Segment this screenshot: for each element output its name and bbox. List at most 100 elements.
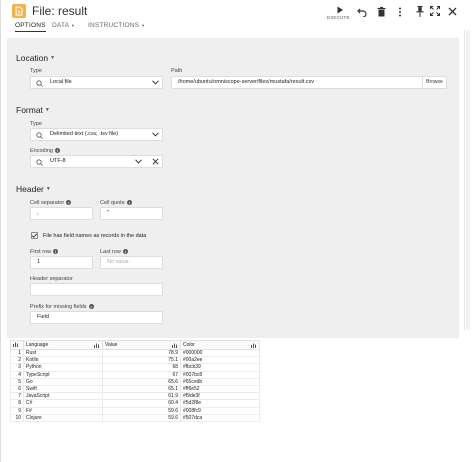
cell-language: Kotlin <box>23 356 103 365</box>
cell-value: 60.4 <box>102 399 181 408</box>
cell-language: Swift <box>23 384 103 394</box>
table-row[interactable]: 8 C# 60.4 #5d2f8e <box>10 399 260 408</box>
undo-icon <box>357 8 367 17</box>
info-icon: i <box>88 304 94 309</box>
tab-options[interactable]: OPTIONS <box>15 22 46 32</box>
scrollbar[interactable] <box>464 30 470 330</box>
prefix-input[interactable]: Field <box>30 311 163 324</box>
row-index: 9 <box>10 406 24 415</box>
info-icon: i <box>126 200 132 205</box>
prefix-label: Prefix for missing fields i <box>30 304 94 310</box>
cell-value: 65.6 <box>102 377 181 386</box>
expand-icon <box>430 6 440 16</box>
column-header-value[interactable]: Value <box>102 340 181 350</box>
bar-chart-icon <box>13 342 18 347</box>
chevron-down-icon: ▼ <box>50 55 56 61</box>
format-section-toggle[interactable]: Format ▼ <box>16 105 50 115</box>
cell-language: Go <box>23 377 103 386</box>
scrollbar-thumb[interactable] <box>466 30 470 330</box>
chevron-down-icon <box>135 159 142 164</box>
info-icon: i <box>122 249 128 254</box>
table-row[interactable]: 4 TypeScript 67 #007bc8 <box>10 370 260 379</box>
tab-data-label: DATA <box>52 22 69 29</box>
cell-value: 65.1 <box>102 384 181 394</box>
cell-quote-input[interactable]: " <box>100 207 163 220</box>
cell-language: Rust <box>23 348 103 358</box>
last-row-input[interactable]: No value <box>100 256 163 269</box>
undo-button[interactable] <box>355 5 369 19</box>
table-row[interactable]: 10 Clojure 59.6 #507dca <box>10 413 260 422</box>
format-type-select[interactable]: Delimited text (.csv, .tsv file) <box>30 128 163 141</box>
encoding-value: UTF-8 <box>50 158 66 164</box>
cell-value: 61.9 <box>102 392 181 401</box>
table-row[interactable]: 6 Swift 65.1 #ff6e52 <box>10 384 260 394</box>
column-header-language[interactable]: Language <box>23 340 103 350</box>
prefix-label-text: Prefix for missing fields <box>30 304 87 310</box>
encoding-label: Encoding i <box>30 148 60 154</box>
cell-value: 67 <box>102 370 181 379</box>
cell-value: 68 <box>102 363 181 372</box>
play-icon <box>337 6 343 14</box>
cell-language: C# <box>23 399 103 408</box>
field-names-checkbox[interactable] <box>31 232 38 239</box>
cell-separator-input[interactable]: , <box>30 207 93 220</box>
chevron-down-icon: ▼ <box>44 107 50 113</box>
data-table: Language Value Color 1 Rust 78.9 #000000 2K… <box>10 340 260 422</box>
table-header-row: Language Value Color <box>10 340 260 350</box>
column-header-color-text: Color <box>183 342 195 348</box>
cell-quote-label-text: Cell quote <box>100 200 125 206</box>
column-header-index <box>10 340 24 350</box>
cell-color: #007bc8 <box>180 370 260 379</box>
pin-icon <box>416 5 424 17</box>
header-section-toggle[interactable]: Header ▼ <box>16 184 51 194</box>
expand-button[interactable] <box>428 4 442 18</box>
column-header-language-text: Language <box>26 342 49 348</box>
location-type-select[interactable]: Local file <box>30 76 163 89</box>
format-title: Format <box>16 105 43 115</box>
last-row-label-text: Last row <box>100 249 121 255</box>
tab-data[interactable]: DATA ▼ <box>52 22 75 29</box>
table-row[interactable]: 3 Python 68 #fbcb39 <box>10 363 260 372</box>
cell-color: #ff6e52 <box>180 384 260 394</box>
row-index: 6 <box>10 384 24 394</box>
pin-button[interactable] <box>413 4 427 18</box>
row-index: 4 <box>10 370 24 379</box>
more-button[interactable] <box>393 5 407 19</box>
row-index: 10 <box>10 413 24 422</box>
header-title: Header <box>16 184 44 194</box>
table-row[interactable]: 7 JavaScript 61.9 #f9de3f <box>10 392 260 401</box>
cell-language: Clojure <box>23 413 103 422</box>
file-icon <box>12 4 26 18</box>
row-index: 5 <box>10 377 24 386</box>
title-bar: File: result EXECUTE <box>1 0 467 22</box>
header-separator-input[interactable] <box>30 283 163 296</box>
search-icon <box>36 159 43 166</box>
close-icon <box>448 7 456 15</box>
table-row[interactable]: 1 Rust 78.9 #000000 <box>10 348 260 358</box>
clear-icon[interactable] <box>152 158 159 165</box>
chevron-down-icon: ▼ <box>70 23 75 28</box>
delete-button[interactable] <box>374 5 388 19</box>
tab-instructions[interactable]: INSTRUCTIONS ▼ <box>88 22 145 29</box>
column-header-color[interactable]: Color <box>180 340 260 350</box>
cell-color: #507dca <box>180 413 260 422</box>
first-row-input[interactable]: 1 <box>30 256 93 269</box>
table-row[interactable]: 2 Kotlin 75.1 #00a2ee <box>10 356 260 365</box>
chevron-down-icon: ▼ <box>141 23 146 28</box>
cell-color: #00a2ee <box>180 356 260 365</box>
encoding-select[interactable]: UTF-8 <box>30 155 163 168</box>
trash-icon <box>377 7 385 17</box>
info-icon: i <box>66 200 72 205</box>
location-section-toggle[interactable]: Location ▼ <box>16 53 55 63</box>
table-row[interactable]: 5 Go 65.6 #65cedb <box>10 377 260 386</box>
format-type-value: Delimited text (.csv, .tsv file) <box>50 131 119 137</box>
execute-label: EXECUTE <box>327 15 350 20</box>
browse-button[interactable]: Browse <box>422 77 446 88</box>
location-path-input[interactable]: /home/ubuntu/omniscope-server/files/must… <box>171 76 447 89</box>
cell-color: #65cedb <box>180 377 260 386</box>
close-button[interactable] <box>445 4 459 18</box>
table-row[interactable]: 9 F# 59.6 #008fc9 <box>10 406 260 415</box>
bar-chart-icon <box>94 343 99 348</box>
cell-color: #5d2f8e <box>180 399 260 408</box>
window-title: File: result <box>32 4 88 18</box>
